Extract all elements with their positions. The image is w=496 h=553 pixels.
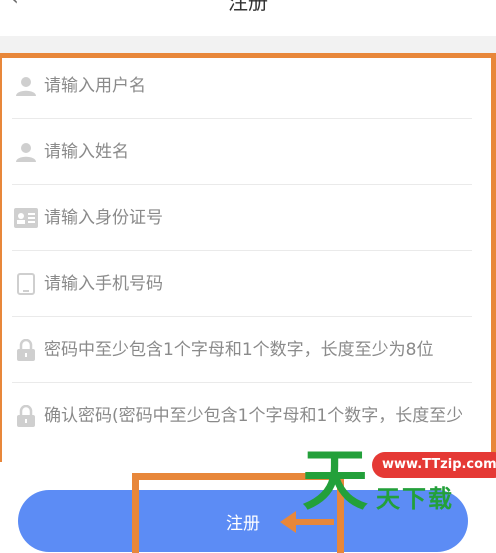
register-button-label: 注册: [226, 514, 260, 534]
id-card-icon: [14, 206, 38, 230]
confirm-row: [0, 383, 472, 449]
idcard-input[interactable]: [44, 185, 462, 251]
realname-input[interactable]: [44, 119, 462, 185]
realname-row: [0, 119, 472, 185]
lock-icon: [14, 404, 38, 428]
password-row: [0, 317, 472, 383]
lock-icon: [14, 338, 38, 362]
phone-row: [0, 251, 472, 317]
registration-form: [0, 53, 490, 461]
top-bar: ‹ 注册: [0, 0, 496, 36]
confirm-password-input[interactable]: [44, 383, 462, 449]
username-input[interactable]: [44, 53, 462, 119]
register-button[interactable]: 注册: [18, 490, 468, 552]
person-icon: [14, 140, 38, 164]
page-title: 注册: [228, 0, 268, 14]
user-icon: [14, 74, 38, 98]
password-input[interactable]: [44, 317, 462, 383]
idcard-row: [0, 185, 472, 251]
username-row: [0, 53, 472, 119]
phone-icon: [14, 272, 38, 296]
phone-input[interactable]: [44, 251, 462, 317]
